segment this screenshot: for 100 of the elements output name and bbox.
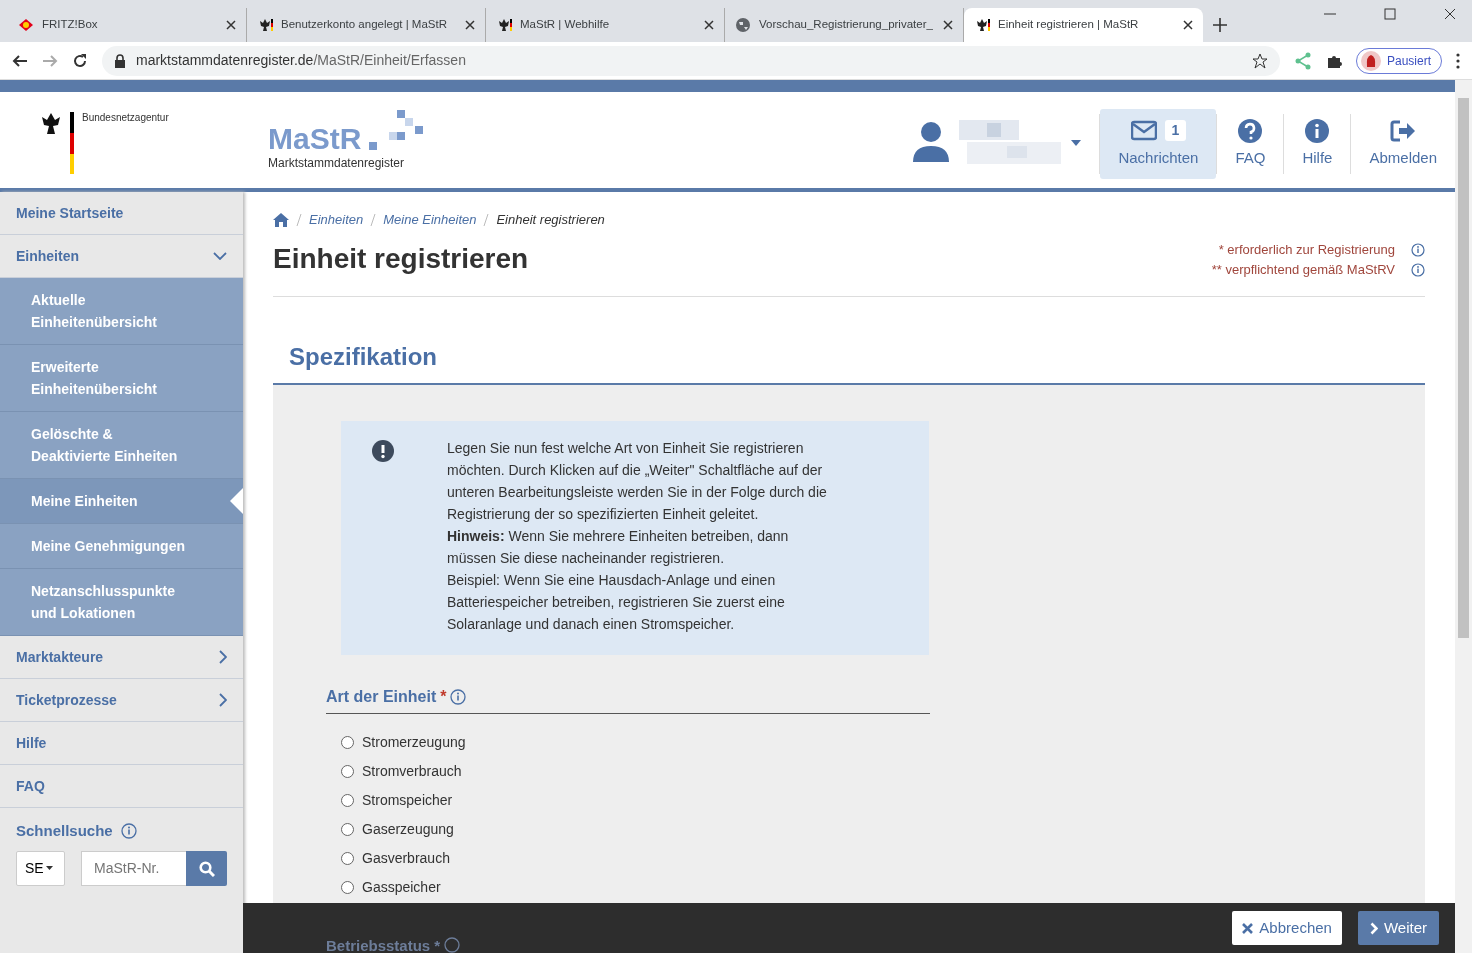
eagle-icon (40, 112, 62, 136)
required-mark: * (434, 937, 441, 953)
radio-button[interactable] (341, 822, 354, 836)
sidebar-subitem[interactable]: Gelöschte & Deaktivierte Einheiten (0, 412, 243, 479)
help-icon (1237, 118, 1264, 143)
close-icon (1242, 922, 1254, 934)
required-mark: * (440, 686, 447, 707)
breadcrumb-separator-icon (483, 213, 490, 226)
close-icon[interactable] (1444, 8, 1456, 20)
info-icon[interactable] (444, 937, 461, 953)
menu-icon[interactable] (1456, 52, 1460, 69)
info-text: Legen Sie nun fest welche Art von Einheit Sie registrieren möchten. Durch Klicken auf die „Weiter" Schaltfläche auf der unteren Bearbeitungsleiste werden Sie in der Folge durch die Registrierung der so spezifizierten Einheit geleitet. (447, 438, 828, 524)
home-icon[interactable] (273, 212, 289, 227)
agency-name: Bundesnetzagentur (82, 111, 169, 125)
sidebar-item[interactable]: Hilfe (0, 722, 243, 765)
search-icon (198, 860, 215, 877)
sidebar-subitem[interactable]: Meine Einheiten (0, 479, 243, 524)
fritz-logo-icon (18, 17, 34, 33)
sidebar-item[interactable]: FAQ (0, 765, 243, 808)
info-text: Hinweis: Wenn Sie mehrere Einheiten betreiben, dann müssen Sie diese nacheinander registrieren. (447, 526, 790, 568)
next-button[interactable]: Weiter (1357, 911, 1439, 945)
avatar-icon (1360, 50, 1381, 71)
eagle-icon (496, 17, 512, 33)
sidebar-subitem[interactable]: Netzanschlusspunkte und Lokationen (0, 569, 243, 636)
back-icon[interactable] (12, 52, 28, 69)
chevron-right-icon[interactable] (219, 650, 227, 664)
caret-icon (45, 866, 53, 870)
alert-icon (372, 439, 394, 462)
close-icon[interactable] (704, 20, 714, 30)
info-icon[interactable] (450, 688, 467, 705)
maximize-icon[interactable] (1384, 8, 1396, 20)
profile-button[interactable]: Pausiert (1355, 47, 1442, 74)
info-icon (1304, 118, 1331, 143)
chevron-right-icon[interactable] (219, 693, 227, 707)
option-label: Stromspeicher (362, 790, 453, 810)
close-icon[interactable] (943, 20, 953, 30)
eagle-icon (257, 17, 273, 33)
field-label: Betriebsstatus (326, 937, 431, 953)
nav-link[interactable]: 1 Nachrichten (1100, 109, 1217, 179)
eagle-icon (974, 17, 990, 33)
logo-subtitle: Marktstammdatenregister (268, 155, 406, 172)
radio-button[interactable] (341, 735, 354, 749)
logout-icon (1390, 118, 1417, 143)
radio-button[interactable] (341, 851, 354, 865)
star-icon[interactable] (1251, 52, 1268, 69)
message-count: 1 (1164, 120, 1187, 142)
radio-button[interactable] (341, 793, 354, 807)
flag-stripe-icon (70, 112, 74, 174)
option-label: Stromverbrauch (362, 761, 462, 781)
info-icon[interactable] (1411, 262, 1425, 277)
radio-button[interactable] (341, 764, 354, 778)
option-label: Stromerzeugung (362, 732, 466, 752)
caret-icon[interactable] (1071, 140, 1082, 146)
option-label: Gasverbrauch (362, 848, 450, 868)
scroll-thumb[interactable] (1458, 98, 1469, 638)
reload-icon[interactable] (72, 52, 88, 69)
option-label: Gasspeicher (362, 877, 441, 897)
page-title: Einheit registrieren (273, 241, 529, 276)
sidebar-subitem[interactable]: Meine Genehmigungen (0, 524, 243, 569)
legend-note: ** verpflichtend gemäß MaStRV (1211, 260, 1395, 279)
breadcrumb-separator-icon (370, 213, 377, 226)
search-button[interactable] (186, 850, 227, 886)
nav-link[interactable]: Abmelden (1351, 109, 1455, 179)
chevron-right-icon (1369, 921, 1378, 935)
close-icon[interactable] (465, 20, 475, 30)
close-icon[interactable] (1183, 20, 1193, 30)
chevron-down-icon[interactable] (213, 252, 227, 260)
site-logo[interactable]: MaStR (268, 124, 362, 154)
browser-tab[interactable]: Einheit registrieren | MaStR (964, 8, 1203, 42)
breadcrumb-link[interactable]: Meine Einheiten (383, 210, 477, 230)
type-select[interactable]: SE (16, 850, 65, 886)
info-text: Beispiel: Wenn Sie eine Hausdach-Anlage und einen Batteriespeicher betreiben, registrieren Sie zuerst eine Solaranlage und danach einen Stromspeicher. (447, 570, 786, 634)
globe-icon (735, 17, 751, 33)
new-tab-icon[interactable] (1213, 18, 1227, 32)
sidebar-subitem[interactable]: Aktuelle Einheitenübersicht (0, 278, 243, 345)
cancel-button[interactable]: Abbrechen (1232, 911, 1342, 945)
quick-search-label: Schnellsuche (16, 821, 113, 841)
nav-link[interactable]: Hilfe (1284, 109, 1351, 179)
field-label: Art der Einheit (326, 686, 437, 707)
scrollbar[interactable] (1455, 80, 1472, 953)
radio-button[interactable] (341, 880, 354, 894)
sidebar-subitem[interactable]: Erweiterte Einheitenübersicht (0, 345, 243, 412)
breadcrumb-link[interactable]: Einheiten (309, 210, 364, 230)
nav-link[interactable]: FAQ (1217, 109, 1284, 179)
close-icon[interactable] (226, 20, 236, 30)
url-text: marktstammdatenregister.de/MaStR/Einheit/Erfassen (136, 51, 467, 70)
sidebar-item[interactable]: Marktakteure (0, 636, 243, 679)
mail-icon (1130, 118, 1157, 143)
lock-icon (114, 53, 126, 68)
legend-note: * erforderlich zur Registrierung (1218, 240, 1395, 259)
option-label: Gaserzeugung (362, 819, 454, 839)
sidebar-item[interactable]: Ticketprozesse (0, 679, 243, 722)
breadcrumb-current: Einheit registrieren (496, 211, 605, 229)
info-icon[interactable] (1411, 242, 1425, 257)
sidebar-item[interactable]: Meine Startseite (0, 192, 243, 235)
user-icon[interactable] (913, 122, 950, 164)
info-icon[interactable] (120, 823, 137, 840)
breadcrumb-separator-icon (296, 213, 302, 226)
address-bar[interactable]: marktstammdatenregister.de/MaStR/Einheit/Erfassen (102, 45, 1280, 76)
search-field[interactable]: MaStR-Nr. (81, 850, 186, 886)
